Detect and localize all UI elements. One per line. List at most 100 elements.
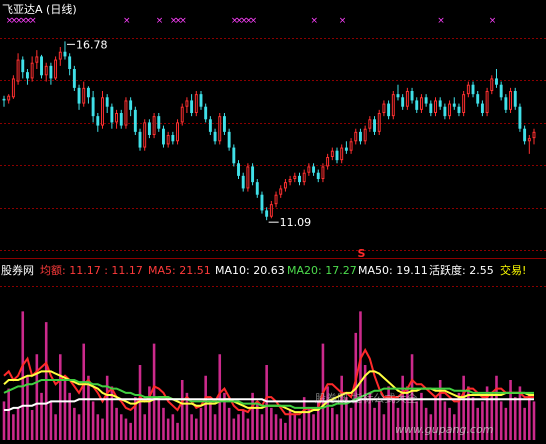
candle-body-down: [499, 84, 503, 98]
signal-marker: ×: [29, 16, 37, 26]
candle-body-down: [63, 51, 67, 57]
candle-body-up: [44, 65, 48, 76]
candle-body-down: [129, 100, 133, 110]
legend-ma5: MA5: 21.51: [148, 264, 211, 277]
candle-body-down: [77, 87, 81, 104]
candle-body-down: [359, 131, 362, 142]
candle-body-down: [227, 131, 231, 148]
signal-marker: ×: [311, 16, 319, 26]
candle-body-up: [7, 95, 11, 101]
signal-marker: ×: [250, 16, 258, 26]
candle-body-down: [443, 106, 447, 117]
candle-body-down: [480, 103, 484, 113]
candle-body-up: [185, 100, 189, 107]
candle-body-up: [288, 179, 292, 183]
candle-body-up: [218, 116, 222, 142]
candle-body-down: [504, 97, 508, 110]
candle-body-down: [429, 103, 433, 113]
candle-body-down: [96, 116, 100, 126]
candle-body-down: [204, 106, 208, 120]
legend-ma20: MA20: 17.27: [287, 264, 357, 277]
candle-body-up: [377, 113, 381, 132]
legend-ma10: MA10: 20.63: [215, 264, 285, 277]
candle-body-down: [438, 100, 442, 107]
legend-ma50: MA50: 19.11: [358, 264, 428, 277]
candle-body-up: [527, 138, 531, 142]
candle-body-down: [157, 116, 161, 129]
signal-marker: ×: [123, 16, 131, 26]
candle-body-down: [312, 166, 316, 173]
legend-activity: 活跃度: 2.55: [429, 263, 494, 277]
candle-body-down: [424, 97, 428, 104]
candle-body-down: [457, 106, 461, 113]
candle-body-down: [260, 194, 264, 211]
stock-chart: ×××××× × × ××× ××××× × × × × 飞亚达A (日线) 16.78 11.…: [0, 2, 546, 440]
candle-body-up: [194, 94, 198, 114]
candle-body-up: [143, 122, 147, 148]
candle-body-up: [340, 147, 344, 161]
candle-body-up: [180, 106, 184, 123]
candle-body-down: [208, 119, 212, 132]
candle-body-up: [58, 51, 62, 60]
signal-marker: ×: [437, 16, 445, 26]
candle-body-up: [485, 91, 489, 113]
signal-marker: ×: [489, 16, 497, 26]
candle-body-down: [40, 56, 43, 76]
candle-body-down: [298, 175, 301, 183]
candle-body-down: [471, 84, 475, 95]
candle-body-down: [265, 210, 269, 217]
candle-body-down: [49, 65, 53, 79]
candle-body-up: [307, 166, 311, 173]
candle-body-down: [21, 59, 25, 73]
candle-body-up: [54, 59, 58, 79]
candle-body-down: [513, 91, 517, 107]
chart-title: 飞亚达A (日线): [2, 2, 77, 16]
candle-body-up: [176, 122, 179, 142]
candle-body-down: [410, 91, 414, 101]
candle-body-up: [279, 188, 283, 195]
signal-marker: ×: [339, 16, 347, 26]
legend-source: 股券网: [1, 263, 34, 277]
candle-body-down: [171, 135, 175, 142]
watermark-text: 股券网 指标公式大全: [315, 391, 418, 405]
candle-body-up: [434, 100, 437, 114]
candle-body-up: [368, 119, 372, 129]
candle-body-up: [509, 91, 513, 110]
candle-body-up: [326, 157, 330, 167]
candle-body-up: [30, 62, 34, 79]
candle-body-down: [523, 128, 527, 142]
legend-trade: 交易!: [500, 263, 526, 277]
candle-body-down: [190, 100, 194, 113]
candle-body-up: [11, 78, 15, 98]
candle-body-up: [330, 150, 334, 157]
candle-body-down: [316, 172, 320, 179]
candle-body-up: [363, 128, 367, 142]
candle-body-up: [382, 103, 386, 113]
candle-body-down: [68, 56, 72, 69]
candle-body-down: [105, 97, 109, 107]
candle-body-down: [119, 113, 123, 126]
candle-body-down: [199, 94, 203, 107]
candle-body-down: [344, 147, 348, 151]
candle-body-down: [452, 103, 456, 107]
candle-body-down: [91, 97, 95, 117]
candle-body-up: [391, 94, 395, 117]
candle-body-up: [462, 94, 466, 114]
candle-body-down: [138, 131, 142, 148]
candle-body-up: [302, 172, 306, 183]
candle-body-up: [16, 59, 20, 82]
candle-body-down: [518, 106, 522, 129]
candle-body-down: [2, 98, 6, 101]
watermark-url: www.gupang.com: [395, 423, 493, 436]
candle-body-down: [387, 103, 391, 117]
candle-body-up: [490, 78, 494, 92]
candle-body-down: [232, 147, 236, 164]
candle-body-up: [321, 166, 325, 180]
candle-body-up: [152, 116, 156, 136]
candle-body-down: [133, 109, 137, 132]
candle-body-up: [269, 204, 273, 217]
candle-body-down: [373, 119, 376, 132]
candle-body-up: [246, 166, 250, 189]
candle-body-down: [241, 175, 245, 189]
indicator-legend: 股券网 均额: 11.17 : 11.17 MA5: 21.51 MA10: 2…: [1, 263, 526, 277]
